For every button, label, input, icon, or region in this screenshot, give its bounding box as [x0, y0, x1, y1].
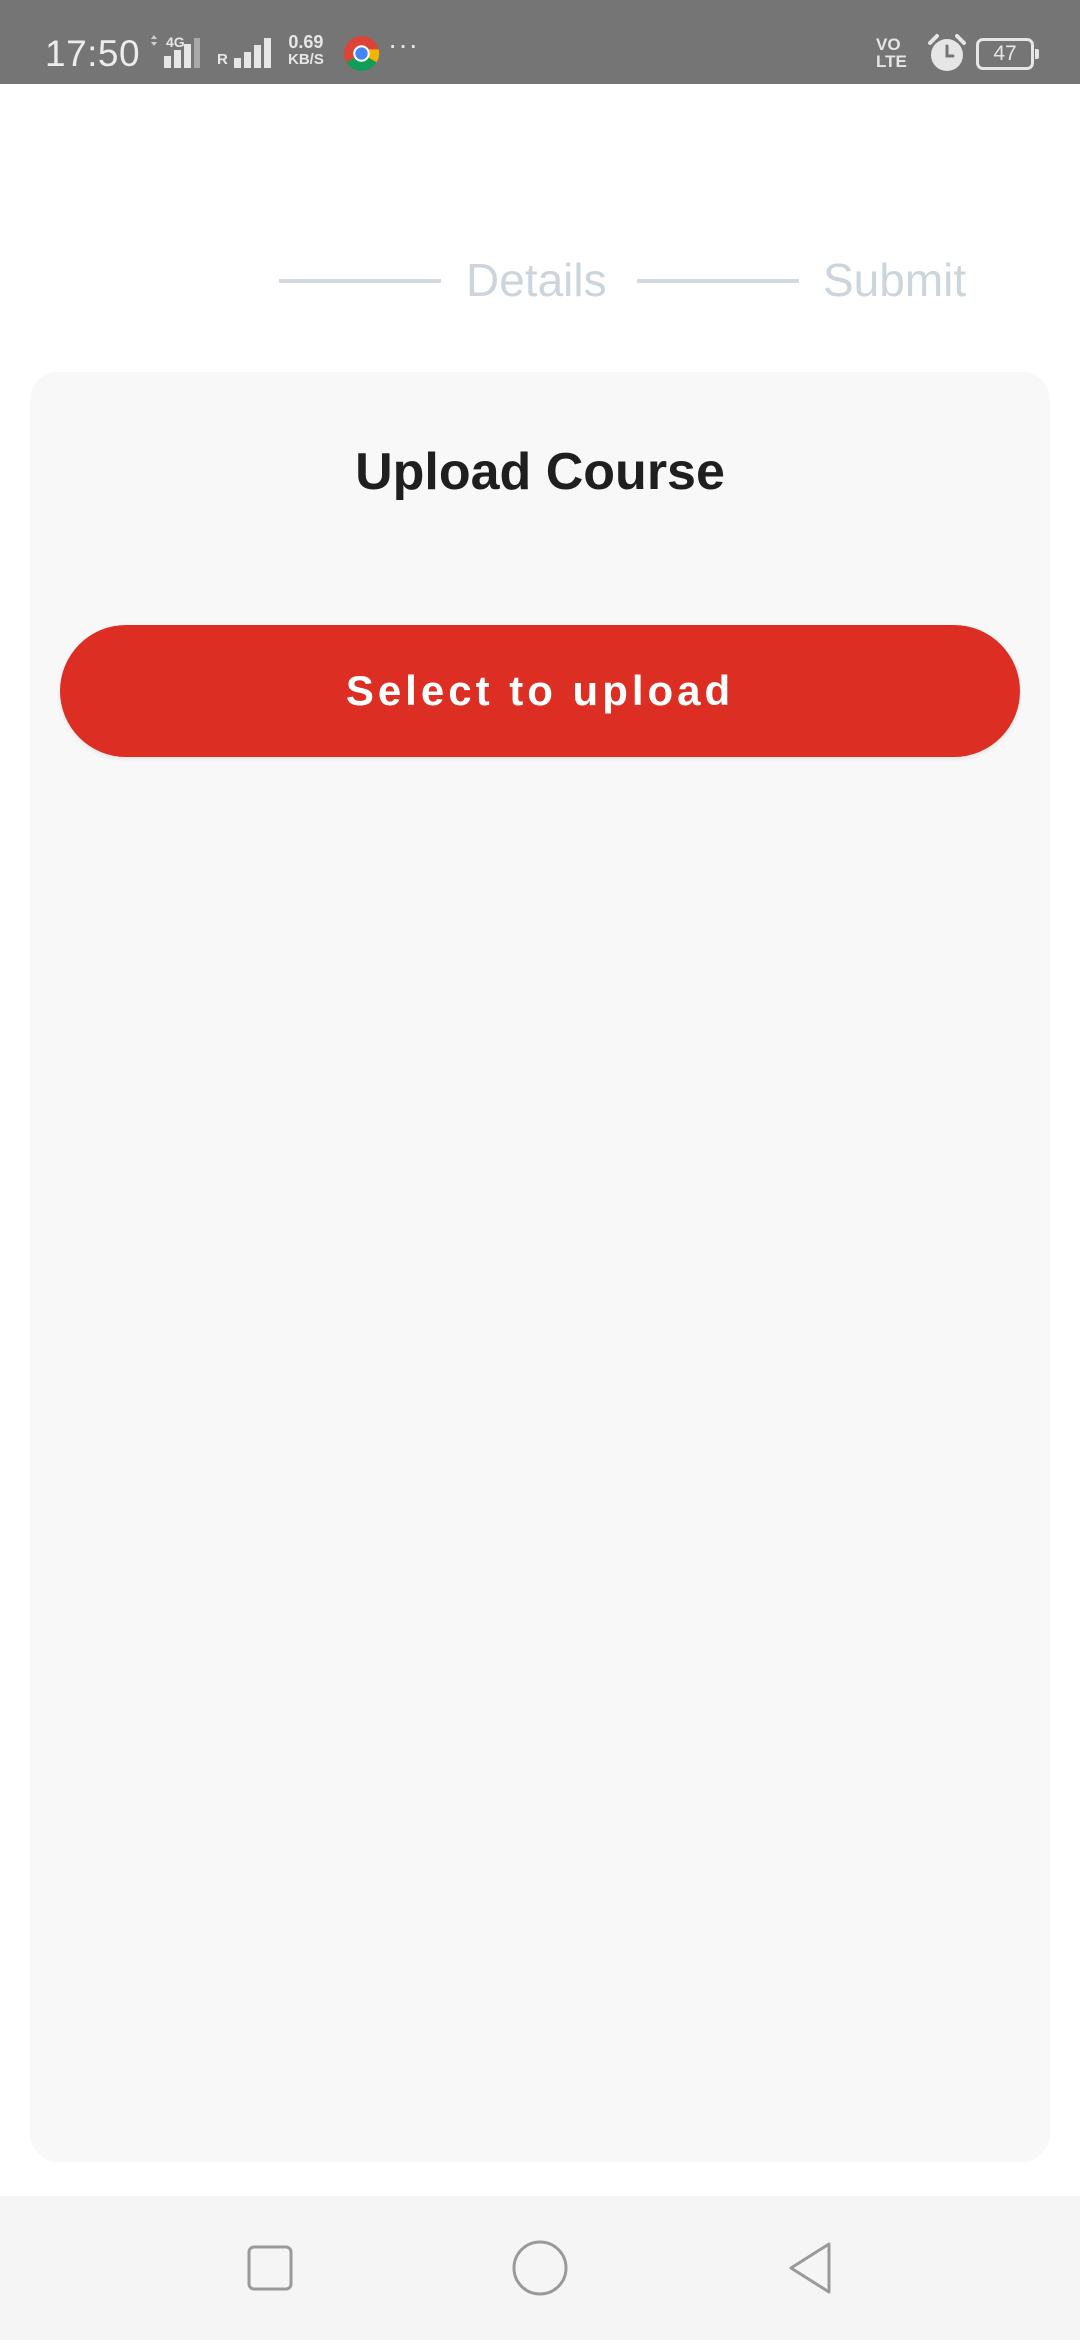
home-button[interactable] [480, 2196, 600, 2340]
volte-line1: VO [876, 35, 901, 54]
speed-unit: KB/S [288, 51, 324, 68]
square-icon [247, 2245, 293, 2291]
step-details: Details [466, 254, 607, 306]
upload-stepper: Details Submit [0, 84, 1080, 374]
more-notifications-indicator: ··· [388, 29, 419, 60]
status-time: 17:50 [45, 33, 141, 74]
volte-line2: LTE [876, 52, 907, 71]
speed-value: 0.69 [288, 32, 324, 52]
network-speed: 0.69 KB/S [288, 32, 324, 68]
chrome-icon [344, 36, 380, 71]
alarm-icon [928, 34, 966, 71]
step-connector-1 [279, 279, 441, 283]
status-bar: 17:50 4G R 0.69 KB/S ··· VO LTE 47 [0, 0, 1080, 84]
recent-apps-button[interactable] [210, 2196, 330, 2340]
back-triangle-icon [789, 2242, 831, 2294]
step-connector-2 [637, 279, 799, 283]
back-button[interactable] [750, 2196, 870, 2340]
signal-roaming-icon: R [216, 36, 282, 72]
battery-icon: 47 [976, 38, 1039, 70]
system-navigation-bar [0, 2196, 1080, 2340]
page-title: Upload Course [355, 443, 725, 501]
select-to-upload-button[interactable]: Select to upload [60, 625, 1020, 757]
signal-icon: 4G [148, 34, 208, 70]
step-submit: Submit [823, 254, 967, 306]
volte-indicator: VO LTE [876, 36, 907, 70]
upload-course-card: Upload Course Select to upload [30, 372, 1050, 2162]
circle-icon [512, 2240, 568, 2296]
